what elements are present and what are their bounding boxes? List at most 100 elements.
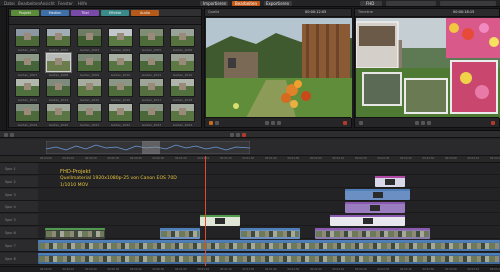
track-lane[interactable] [38,214,500,227]
library-tab-titles[interactable]: Titel [71,10,99,16]
library-thumbnail[interactable] [15,53,40,72]
library-thumbnail[interactable] [15,28,40,47]
library-thumbnail-label: Garten_2018 [172,98,193,102]
ruler-tick-label: 00:02:10 [332,157,345,160]
bottom-ruler-tick-label: 00:00:10 [62,268,75,271]
library-thumbnail-label: Garten_2019 [17,123,38,127]
track-lane[interactable] [38,201,500,214]
source-mark-out-button[interactable] [215,121,219,125]
clip-thumbnail [362,217,373,224]
menu-item-file[interactable]: Datei [4,1,15,6]
thumbnail-subject [86,108,93,116]
timeline-clip[interactable] [240,227,300,239]
ruler-tick-label: 00:01:10 [197,157,210,160]
track-lane[interactable] [38,189,500,201]
track-header[interactable]: Spur 1 [0,163,38,175]
clip-cap [345,201,405,204]
menu-item-view[interactable]: Ansicht [40,1,55,6]
menu-item-window[interactable]: Fenster [58,1,73,6]
menu-item-help[interactable]: Hilfe [78,1,87,6]
library-thumbnail[interactable] [108,103,133,122]
program-mark-in-button[interactable] [359,121,363,125]
program-play-button[interactable] [415,121,419,125]
library-thumbnail[interactable] [139,53,164,72]
top-right-panel-button[interactable] [440,1,496,6]
timeline-playhead[interactable] [205,156,206,266]
timeline-play-icon[interactable] [230,132,234,137]
library-thumbnail[interactable] [108,78,133,97]
library-thumbnail[interactable] [170,103,195,122]
library-thumbnail[interactable] [139,28,164,47]
library-tab-audio[interactable]: Audio [131,10,159,16]
program-record-button[interactable] [491,121,495,125]
ruler-tick-label: 00:01:00 [175,157,187,160]
source-mark-in-button[interactable] [209,121,213,125]
timeline-clip[interactable] [345,189,410,201]
bottom-ruler-tick-label: 00:01:10 [197,268,210,271]
library-thumbnail[interactable] [77,78,102,97]
bottom-ruler-tick-label: 00:01:50 [287,268,300,271]
clip-filmstrip [39,256,499,263]
menu-bar: Datei Bearbeiten Ansicht Fenster Hilfe I… [0,0,500,7]
library-thumbnail[interactable] [170,28,195,47]
library-thumbnail[interactable] [77,103,102,122]
library-thumbnail[interactable] [15,78,40,97]
timeline-clip[interactable] [45,227,105,239]
library-tab-media[interactable]: Medien [41,10,69,16]
track-lane[interactable] [38,176,500,188]
library-tab-effects[interactable]: Effekte [101,10,129,16]
library-thumbnail-label: Garten_2024 [172,123,193,127]
track-header[interactable]: Spur 3 [0,188,38,201]
library-thumbnail[interactable] [46,78,71,97]
ruler-tick-label: 00:02:30 [377,157,390,160]
library-thumbnail[interactable] [46,28,71,47]
library-tab-project[interactable]: Projekt [11,10,39,16]
timeline-razor-icon[interactable] [10,132,14,137]
source-step-forward-button[interactable] [277,121,281,125]
library-thumbnail[interactable] [139,103,164,122]
thumbnail-subject [117,83,124,91]
program-stop-button[interactable] [421,121,425,125]
library-thumbnail[interactable] [15,103,40,122]
track-header[interactable]: Spur 7 [0,239,38,252]
track-header[interactable]: Spur 6 [0,227,38,239]
timeline-clip[interactable] [315,227,430,239]
track-header[interactable]: Spur 8 [0,252,38,265]
timeline-stop-icon[interactable] [236,132,240,137]
library-thumbnail[interactable] [77,28,102,47]
source-stop-button[interactable] [271,121,275,125]
timeline-ruler[interactable]: 00:00:00 00:00:10 00:00:20 00:00:30 00:00:40… [0,156,500,163]
clip-cap [160,227,200,230]
library-thumbnail[interactable] [77,53,102,72]
timeline-clip[interactable] [38,240,500,252]
track-header[interactable]: Spur 2 [0,175,38,188]
timeline-clip[interactable] [345,201,405,213]
clip-cap [38,240,500,243]
menu-item-edit[interactable]: Bearbeiten [18,1,40,6]
timeline-record-icon[interactable] [242,132,246,137]
timeline-clip[interactable] [330,214,405,226]
library-thumbnail[interactable] [170,78,195,97]
source-record-button[interactable] [343,121,347,125]
timeline-clip[interactable] [160,227,200,239]
library-thumbnail[interactable] [108,53,133,72]
timeline-overview[interactable] [0,139,500,156]
track-lane[interactable] [38,163,500,175]
track-header[interactable]: Spur 4 [0,201,38,214]
program-step-forward-button[interactable] [427,121,431,125]
top-search-field[interactable] [386,1,436,6]
thumbnail-subject [117,33,124,41]
timeline-clip[interactable] [375,176,405,188]
library-thumbnail[interactable] [46,53,71,72]
timeline-snap-icon[interactable] [4,132,8,137]
timeline-clip[interactable] [38,253,500,265]
track-header[interactable]: Spur 5 [0,214,38,227]
source-play-button[interactable] [265,121,269,125]
library-thumbnail[interactable] [108,28,133,47]
library-thumbnail-label: Garten_2021 [79,123,100,127]
timeline-clip[interactable] [200,214,240,226]
library-thumbnail[interactable] [170,53,195,72]
library-thumbnail[interactable] [46,103,71,122]
library-toolbar: Projekt Medien Titel Effekte Audio [9,9,201,17]
library-thumbnail[interactable] [139,78,164,97]
